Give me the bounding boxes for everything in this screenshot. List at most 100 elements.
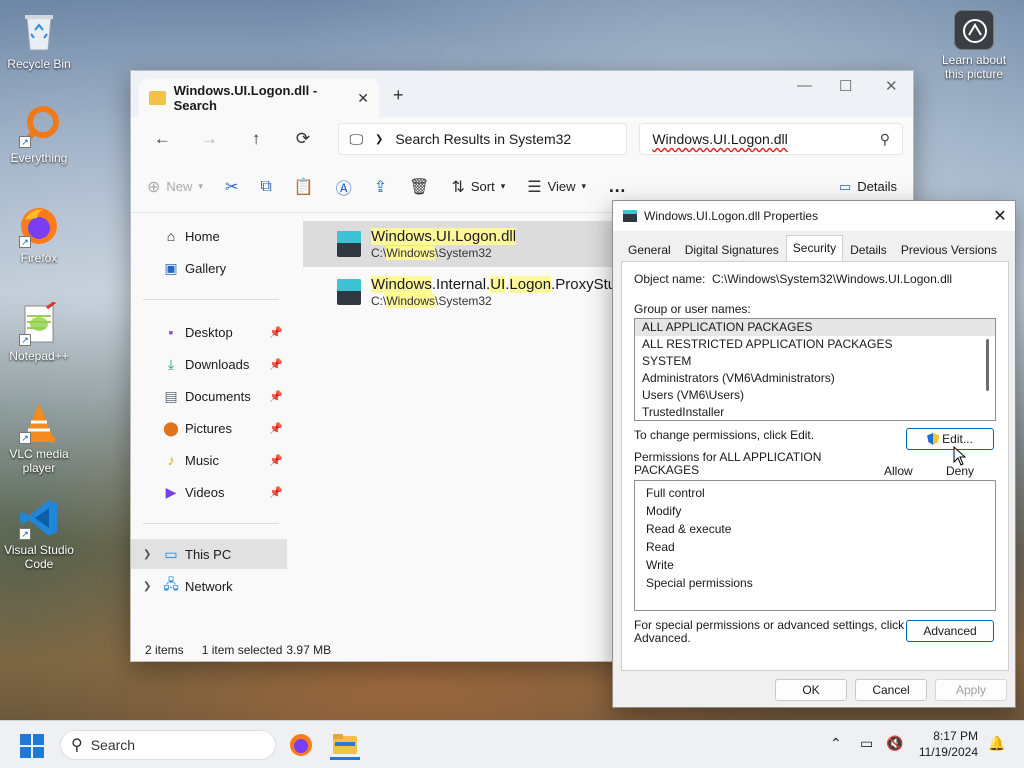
desktop-icon-everything[interactable]: ↗ Everything bbox=[0, 104, 78, 165]
desktop-icon-vscode[interactable]: ↗ Visual Studio Code bbox=[0, 496, 78, 571]
sort-button[interactable]: ⇅ Sort ▾ bbox=[451, 177, 505, 197]
sidebar-item-videos[interactable]: ▶ Videos 📌 bbox=[131, 477, 287, 507]
close-icon[interactable]: ✕ bbox=[985, 206, 1015, 226]
taskbar-file-explorer[interactable] bbox=[330, 730, 360, 760]
close-window-icon[interactable]: ✕ bbox=[885, 77, 898, 95]
chevron-right-icon[interactable]: ❯ bbox=[143, 581, 151, 592]
speaker-muted-icon[interactable]: 🔇 bbox=[886, 735, 903, 752]
everything-icon: ↗ bbox=[17, 104, 61, 148]
pin-icon[interactable]: 📌 bbox=[269, 326, 283, 339]
sidebar-item-pictures[interactable]: ⬤ Pictures 📌 bbox=[131, 413, 287, 443]
taskbar-search-input[interactable]: ⚲ Search bbox=[60, 730, 276, 760]
tab-previous-versions[interactable]: Previous Versions bbox=[894, 237, 1004, 261]
display-icon[interactable]: ▭ bbox=[860, 735, 873, 752]
desktop-icon-learn-about-picture[interactable]: Learn about this picture bbox=[935, 10, 1013, 81]
notification-bell-icon[interactable]: 🔔 bbox=[988, 735, 1005, 752]
status-bar: 2 items 1 item selected 3.97 MB bbox=[145, 643, 331, 657]
share-button[interactable]: ⇪ bbox=[374, 177, 387, 197]
rename-icon: Ⓐ bbox=[335, 180, 352, 198]
permission-read-execute: Read & execute bbox=[646, 522, 732, 536]
cancel-button[interactable]: Cancel bbox=[855, 679, 927, 701]
list-item[interactable]: Administrators (VM6\Administrators) bbox=[635, 370, 995, 387]
details-button[interactable]: ▭ Details bbox=[839, 179, 897, 195]
sidebar-item-home[interactable]: ⌂ Home bbox=[131, 221, 287, 251]
pin-icon[interactable]: 📌 bbox=[269, 486, 283, 499]
up-icon[interactable]: ↑ bbox=[235, 129, 278, 149]
view-button[interactable]: ☰ View ▾ bbox=[527, 177, 586, 197]
advanced-hint-line: Advanced. bbox=[634, 631, 691, 645]
mouse-cursor-icon bbox=[953, 446, 967, 466]
group-names-list[interactable]: ALL APPLICATION PACKAGES ALL RESTRICTED … bbox=[634, 318, 996, 421]
chevron-right-icon[interactable]: ❯ bbox=[143, 549, 151, 560]
address-text: Search Results in System32 bbox=[395, 131, 572, 147]
pin-icon[interactable]: 📌 bbox=[269, 422, 283, 435]
chevron-up-icon[interactable]: ⌃ bbox=[830, 735, 842, 752]
taskbar: ⚲ Search ⌃ ▭ 🔇 8:17 PM 11/19/2024 🔔 bbox=[0, 720, 1024, 768]
start-button[interactable] bbox=[20, 734, 44, 758]
sidebar-item-music[interactable]: ♪ Music 📌 bbox=[131, 445, 287, 475]
file-path-part: \System32 bbox=[435, 294, 492, 308]
address-bar[interactable]: 🖵 ❯ Search Results in System32 bbox=[338, 123, 628, 155]
list-item[interactable]: ALL APPLICATION PACKAGES bbox=[635, 319, 995, 336]
sidebar-item-downloads[interactable]: ⤓ Downloads 📌 bbox=[131, 349, 287, 379]
cut-button[interactable]: ✂ bbox=[225, 177, 238, 197]
tab-general[interactable]: General bbox=[621, 237, 678, 261]
search-icon[interactable]: ⚲ bbox=[880, 131, 890, 148]
sidebar-item-gallery[interactable]: ▣ Gallery bbox=[131, 253, 287, 283]
minimize-icon[interactable]: — bbox=[797, 77, 812, 94]
gallery-icon: ▣ bbox=[164, 259, 178, 276]
tab-title: Windows.UI.Logon.dll - Search bbox=[173, 83, 318, 113]
music-icon: ♪ bbox=[167, 452, 175, 468]
refresh-icon[interactable]: ⟳ bbox=[282, 129, 325, 149]
rename-button[interactable]: Ⓐ bbox=[336, 175, 352, 199]
scrollbar-thumb[interactable] bbox=[986, 339, 989, 391]
more-button[interactable]: … bbox=[608, 176, 626, 197]
maximize-icon[interactable]: ☐ bbox=[839, 77, 852, 95]
permissions-for-line: PACKAGES bbox=[634, 463, 700, 477]
copy-button[interactable]: ⧉ bbox=[260, 178, 271, 196]
list-item[interactable]: TrustedInstaller bbox=[635, 404, 995, 420]
back-icon[interactable]: ← bbox=[141, 129, 184, 149]
sidebar-item-network[interactable]: ❯ 🖧 Network bbox=[131, 571, 287, 601]
list-item[interactable]: SYSTEM bbox=[635, 353, 995, 370]
tab-search-results[interactable]: Windows.UI.Logon.dll - Search ✕ bbox=[139, 79, 379, 117]
sidebar-item-this-pc[interactable]: ❯ ▭ This PC bbox=[131, 539, 287, 569]
new-button[interactable]: ⊕ New ▾ bbox=[147, 177, 203, 197]
taskbar-firefox[interactable] bbox=[286, 730, 316, 760]
ok-button[interactable]: OK bbox=[775, 679, 847, 701]
tab-details[interactable]: Details bbox=[843, 237, 894, 261]
sidebar-item-desktop[interactable]: ▪ Desktop 📌 bbox=[131, 317, 287, 347]
new-tab-icon[interactable]: + bbox=[393, 85, 404, 106]
edit-button[interactable]: Edit... bbox=[906, 428, 994, 450]
tab-digital-signatures[interactable]: Digital Signatures bbox=[678, 237, 786, 261]
system-clock[interactable]: 8:17 PM 11/19/2024 bbox=[919, 728, 978, 760]
advanced-button[interactable]: Advanced bbox=[906, 620, 994, 642]
forward-icon[interactable]: → bbox=[188, 129, 231, 149]
folder-icon bbox=[333, 734, 357, 754]
paste-button[interactable]: 📋 bbox=[294, 177, 314, 197]
desktop-icon-firefox[interactable]: ↗ Firefox bbox=[0, 204, 78, 265]
permissions-for-label: Permissions for ALL APPLICATION PACKAGES bbox=[634, 451, 821, 477]
permission-write: Write bbox=[646, 558, 674, 572]
desktop-icon-recycle-bin[interactable]: Recycle Bin bbox=[0, 10, 78, 71]
chevron-right-icon: ❯ bbox=[374, 133, 384, 145]
apply-button[interactable]: Apply bbox=[935, 679, 1007, 701]
list-item[interactable]: ALL RESTRICTED APPLICATION PACKAGES bbox=[635, 336, 995, 353]
network-icon: 🖧 bbox=[163, 576, 179, 592]
pin-icon[interactable]: 📌 bbox=[269, 454, 283, 467]
search-input[interactable]: Windows.UI.Logon.dll ⚲ bbox=[639, 123, 903, 155]
tab-security[interactable]: Security bbox=[785, 235, 844, 261]
desktop-icon-notepadpp[interactable]: ↗ Notepad++ bbox=[0, 300, 78, 363]
computer-icon: ▭ bbox=[164, 545, 178, 562]
pin-icon[interactable]: 📌 bbox=[269, 390, 283, 403]
delete-button[interactable]: 🗑 bbox=[409, 177, 429, 197]
share-icon: ⇪ bbox=[373, 178, 388, 196]
close-tab-icon[interactable]: ✕ bbox=[357, 90, 369, 107]
plus-circle-icon: ⊕ bbox=[147, 178, 161, 196]
desktop-icon-vlc[interactable]: ↗ VLC media player bbox=[0, 400, 78, 475]
pin-icon[interactable]: 📌 bbox=[269, 358, 283, 371]
permission-read: Read bbox=[646, 540, 675, 554]
sidebar-item-documents[interactable]: ▤ Documents 📌 bbox=[131, 381, 287, 411]
file-name-part: UI bbox=[490, 276, 506, 293]
list-item[interactable]: Users (VM6\Users) bbox=[635, 387, 995, 404]
